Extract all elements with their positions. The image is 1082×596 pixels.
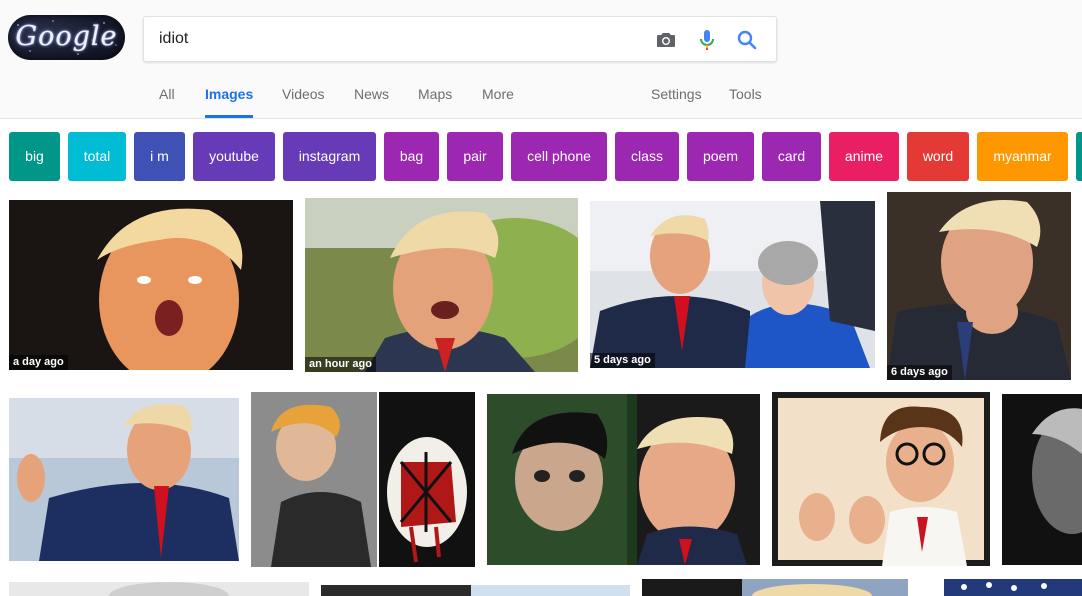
tab-settings[interactable]: Settings [651, 86, 702, 116]
image-result[interactable] [251, 392, 475, 567]
image-man-and-woman-smiling [590, 201, 875, 368]
image-man-with-glasses-thumbs-up [772, 392, 990, 566]
mic-icon[interactable] [695, 28, 719, 52]
chip-bag[interactable]: bag [384, 132, 439, 181]
chip-myanmar[interactable]: myanmar [977, 132, 1068, 181]
chip-card[interactable]: card [762, 132, 821, 181]
image-result[interactable] [944, 579, 1082, 596]
image-result[interactable]: 6 days ago [887, 192, 1071, 380]
search-box [143, 16, 777, 62]
image-result[interactable] [9, 582, 309, 596]
image-result[interactable] [772, 392, 990, 566]
chip-youtube[interactable]: youtube [193, 132, 275, 181]
image-age-badge: 5 days ago [590, 353, 655, 368]
tab-news[interactable]: News [354, 86, 389, 116]
chip-class[interactable]: class [615, 132, 679, 181]
image-partial [321, 585, 630, 596]
search-tabs: All Images Videos News Maps More Setting… [0, 86, 1082, 118]
image-partial [9, 582, 309, 596]
image-punk-singer-and-grenade-art [251, 392, 475, 567]
tab-maps[interactable]: Maps [418, 86, 452, 116]
image-result[interactable] [1002, 394, 1082, 565]
camera-icon[interactable] [654, 28, 678, 52]
image-result[interactable] [9, 398, 239, 561]
image-result[interactable]: a day ago [9, 200, 293, 370]
tab-tools[interactable]: Tools [729, 86, 762, 116]
chip-total[interactable]: total [68, 132, 126, 181]
chip-poem[interactable]: poem [687, 132, 754, 181]
image-man-in-suit-waving [9, 398, 239, 561]
search-input[interactable] [159, 28, 629, 50]
chip-pair[interactable]: pair [447, 132, 503, 181]
logo-text: Google [15, 21, 118, 52]
image-partial [944, 579, 1082, 596]
related-search-chips: big total i m youtube instagram bag pair… [0, 132, 1082, 181]
image-result[interactable] [487, 394, 760, 565]
image-age-badge: 6 days ago [887, 365, 952, 380]
header: Google All Images Videos News Maps More … [0, 0, 1082, 119]
image-man-open-mouth [9, 200, 293, 370]
image-result[interactable]: 5 days ago [590, 201, 875, 368]
google-doodle-logo[interactable]: Google [8, 15, 125, 60]
search-icon[interactable] [735, 28, 759, 52]
tab-images[interactable]: Images [205, 86, 254, 118]
image-man-hand-on-chin [887, 192, 1071, 380]
chip-cell-phone[interactable]: cell phone [511, 132, 607, 181]
image-man-black-and-white [1002, 394, 1082, 565]
chip-i-m[interactable]: i m [134, 132, 185, 181]
image-age-badge: a day ago [9, 355, 68, 370]
image-result[interactable]: an hour ago [305, 198, 578, 372]
tab-more[interactable]: More [482, 86, 514, 116]
chip-partial[interactable] [1076, 132, 1082, 181]
image-result[interactable] [642, 579, 908, 596]
tab-all[interactable]: All [159, 86, 175, 116]
tab-videos[interactable]: Videos [282, 86, 325, 116]
image-man-shouting-outdoors [305, 198, 578, 372]
image-result[interactable] [321, 585, 630, 596]
image-age-badge: an hour ago [305, 357, 376, 372]
image-punk-singer-and-man-side-by-side [487, 394, 760, 565]
chip-big[interactable]: big [9, 132, 60, 181]
image-partial [642, 579, 908, 596]
chip-word[interactable]: word [907, 132, 969, 181]
chip-instagram[interactable]: instagram [283, 132, 376, 181]
chip-anime[interactable]: anime [829, 132, 899, 181]
